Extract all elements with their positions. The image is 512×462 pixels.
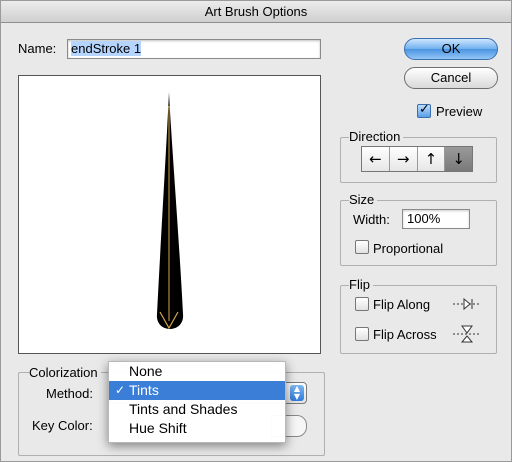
width-label: Width:	[353, 212, 390, 227]
menu-item-tints-and-shades[interactable]: Tints and Shades	[109, 400, 285, 419]
direction-segmented-control[interactable]: ← → ↑ ↓	[361, 146, 473, 172]
menu-item-label: Tints and Shades	[129, 401, 238, 417]
flip-across-checkbox[interactable]	[355, 327, 369, 341]
menu-item-label: Hue Shift	[129, 420, 187, 436]
name-label: Name:	[18, 41, 57, 56]
menu-item-label: Tints	[129, 382, 159, 398]
brush-preview-canvas	[18, 75, 321, 354]
menu-item-tints[interactable]: ✓ Tints	[109, 381, 285, 400]
popup-stepper-icon: ▲ ▼	[290, 385, 304, 401]
flip-along-icon	[453, 297, 481, 311]
ok-button[interactable]: OK	[404, 38, 498, 60]
name-input-value: endStroke 1	[71, 41, 142, 56]
name-input[interactable]: endStroke 1	[67, 39, 321, 59]
brush-stroke-shape	[156, 92, 184, 329]
menu-item-label: None	[129, 363, 163, 379]
checkmark-icon: ✓	[115, 383, 126, 397]
flip-across-label: Flip Across	[373, 327, 437, 342]
cancel-button[interactable]: Cancel	[404, 67, 498, 89]
preview-checkbox[interactable]	[417, 102, 431, 118]
flip-title: Flip	[349, 278, 373, 292]
direction-right-button[interactable]: →	[389, 147, 418, 171]
dialog-window: Art Brush Options Name: endStroke 1 OK C…	[0, 0, 512, 462]
preview-label: Preview	[436, 104, 483, 119]
flip-along-checkbox[interactable]	[355, 297, 369, 311]
menu-item-hue-shift[interactable]: Hue Shift	[109, 419, 285, 438]
brush-stroke-preview	[156, 92, 184, 330]
direction-left-button[interactable]: ←	[362, 147, 390, 171]
direction-up-button[interactable]: ↑	[417, 147, 446, 171]
proportional-label: Proportional	[373, 241, 444, 256]
width-input[interactable]: 100%	[402, 209, 470, 229]
size-title: Size	[349, 193, 378, 207]
proportional-checkbox[interactable]	[355, 240, 369, 254]
direction-down-button[interactable]: ↓	[445, 147, 472, 171]
method-label: Method:	[46, 386, 93, 401]
flip-across-icon	[453, 325, 481, 343]
colorization-title: Colorization	[29, 366, 101, 380]
method-dropdown-menu: None ✓ Tints Tints and Shades Hue Shift	[108, 361, 286, 443]
window-title: Art Brush Options	[1, 1, 511, 23]
direction-title: Direction	[349, 130, 404, 144]
menu-item-none[interactable]: None	[109, 362, 285, 381]
key-color-label: Key Color:	[32, 418, 93, 433]
flip-along-label: Flip Along	[373, 297, 431, 312]
